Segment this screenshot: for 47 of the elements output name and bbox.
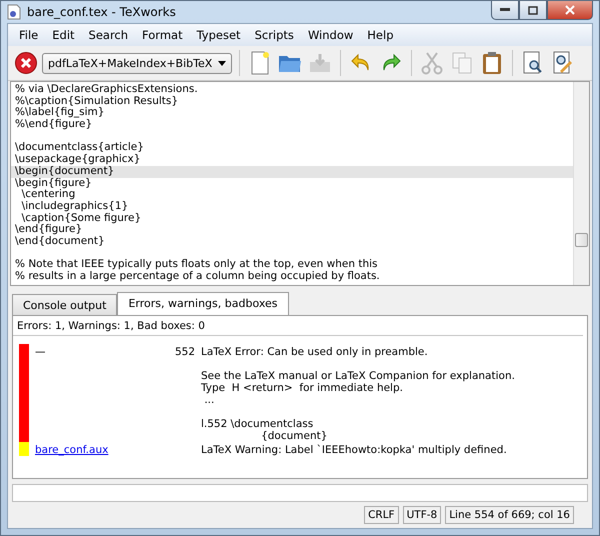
app-icon xyxy=(7,4,21,20)
status-field: CRLF xyxy=(364,506,399,524)
window-title: bare_conf.tex - TeXworks xyxy=(27,5,177,19)
close-icon xyxy=(565,5,575,15)
minimize-button[interactable] xyxy=(491,1,519,20)
maximize-button[interactable] xyxy=(519,1,547,20)
code-line: \caption{Some figure} xyxy=(22,212,142,224)
line-number: 552 xyxy=(174,344,196,360)
code-line: \end{document} xyxy=(15,234,105,247)
minimize-icon xyxy=(500,8,510,12)
tab[interactable]: Console output xyxy=(12,294,118,316)
menu-item[interactable]: Edit xyxy=(45,26,82,44)
code-line: \begin{document} xyxy=(15,164,114,177)
menu-item[interactable]: Help xyxy=(360,26,400,44)
code-line: % Note that IEEE typically puts floats only at the top, even when this xyxy=(15,258,378,270)
caret-icon xyxy=(218,60,226,66)
file-link[interactable]: bare_conf.aux xyxy=(35,442,113,456)
code-line: %\caption{Simulation Results} xyxy=(15,94,178,107)
close-button[interactable] xyxy=(547,1,593,20)
status-field: UTF-8 xyxy=(402,506,442,524)
code-line: \begin{figure} xyxy=(15,176,92,188)
code-line: \centering xyxy=(22,188,76,200)
code-line: % via \DeclareGraphicsExtensions. xyxy=(15,83,198,95)
file-name: — xyxy=(35,344,46,360)
code-line: %\label{fig_sim} xyxy=(15,106,104,118)
code-line: \documentclass{article} xyxy=(15,141,144,154)
stop-icon[interactable] xyxy=(14,51,38,75)
code-line: \includegraphics{1} xyxy=(20,200,128,212)
code-line: %\end{figure} xyxy=(15,118,92,130)
code-line: \end{figure} xyxy=(15,223,82,236)
maximize-icon xyxy=(528,6,538,14)
scrollbar[interactable] xyxy=(573,82,589,285)
code-line: \usepackage{graphicx} xyxy=(15,153,140,166)
engine-dropdown[interactable]: pdfLaTeX+MakeIndex+BibTeX xyxy=(42,52,232,74)
tab[interactable]: Errors, warnings, badboxes xyxy=(117,292,289,316)
code-line: % results in a large percentage of a column being occupied by floats. xyxy=(15,270,380,282)
menu-item[interactable]: Scripts xyxy=(248,26,301,44)
log-summary: Errors: 1, Warnings: 1, Bad boxes: 0 xyxy=(13,316,583,336)
menu-item[interactable]: Search xyxy=(82,26,136,44)
input-field[interactable] xyxy=(12,484,588,502)
menu-item[interactable]: File xyxy=(12,26,46,44)
log-message: LaTeX Error: Can be used only in preamble. See the LaTeX manual or LaTeX Companion for explanation. Type H <return> for immediate help. ... l.552 \documentclass {document} xyxy=(201,344,515,442)
menu-item[interactable]: Format xyxy=(135,26,190,44)
menu-item[interactable]: Window xyxy=(300,26,360,44)
menu-item[interactable]: Typeset xyxy=(190,26,248,44)
log-message: LaTeX Warning: Label `IEEEhowto:kopka' multiply defined. xyxy=(201,442,507,456)
status-field: Line 554 of 669; col 16 xyxy=(445,506,574,524)
